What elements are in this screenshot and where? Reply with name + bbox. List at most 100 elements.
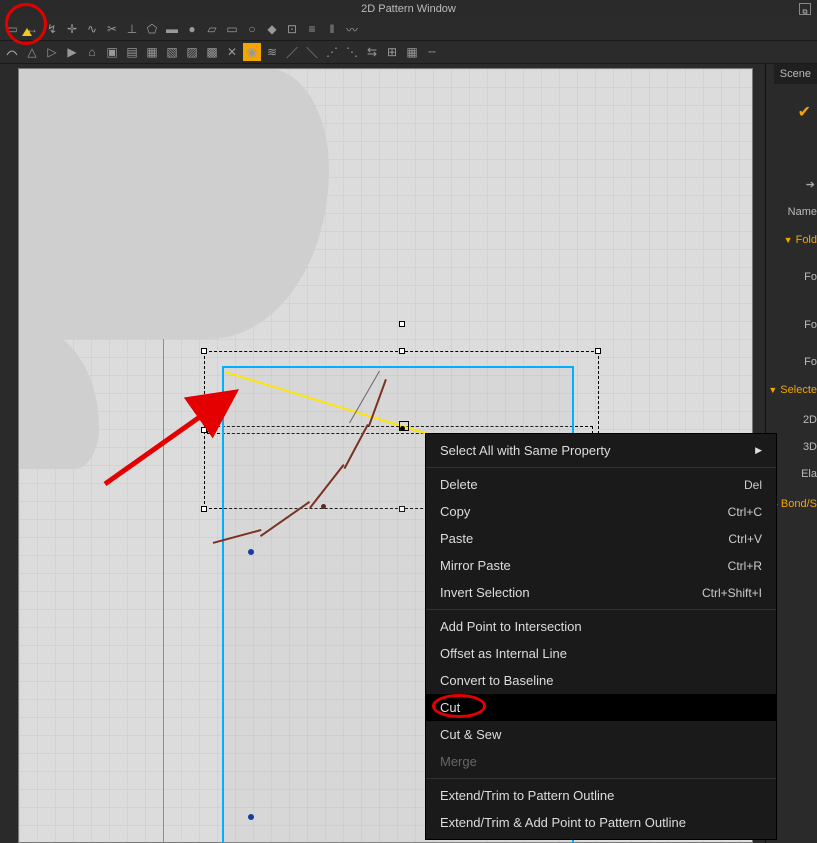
mline-sewing-tool[interactable]: ▶	[63, 43, 81, 61]
segment-handle[interactable]	[399, 421, 409, 431]
fold-row-1[interactable]: Fo	[798, 269, 817, 285]
sewing-tool[interactable]	[3, 43, 21, 61]
ctx-invert-selection[interactable]: Invert Selection Ctrl+Shift+I	[426, 579, 776, 606]
ctx-copy[interactable]: Copy Ctrl+C	[426, 498, 776, 525]
notch-tool[interactable]: ⊥	[123, 20, 141, 38]
window-title: 2D Pattern Window	[361, 3, 456, 15]
circle-tool[interactable]: ●	[183, 20, 201, 38]
polygon-tool[interactable]: ⬠	[143, 20, 161, 38]
ctx-paste[interactable]: Paste Ctrl+V	[426, 525, 776, 552]
edit-pattern-tool[interactable]: ▭	[3, 20, 21, 38]
fold-row-3[interactable]: Fo	[798, 354, 817, 370]
selected-group[interactable]: ▼Selecte	[765, 382, 817, 398]
pin-tool[interactable]: ▩	[203, 43, 221, 61]
silhouette-shape	[19, 69, 329, 339]
expand-arrow-icon[interactable]: ➔	[806, 178, 815, 191]
3d-row[interactable]: 3D	[797, 439, 817, 455]
undock-icon[interactable]: ⧉	[799, 3, 811, 15]
fold-row-2[interactable]: Fo	[798, 317, 817, 333]
ctx-merge: Merge	[426, 748, 776, 775]
tack-tool[interactable]: ✕	[223, 43, 241, 61]
ctx-label: Cut	[440, 700, 460, 715]
ctx-add-point-intersection[interactable]: Add Point to Intersection	[426, 613, 776, 640]
scene-tab[interactable]: Scene	[774, 64, 817, 84]
show-sewing-tool[interactable]: ⌂	[83, 43, 101, 61]
ctx-select-all-same[interactable]: Select All with Same Property ▶	[426, 437, 776, 464]
line-d-tool[interactable]: ⋱	[343, 43, 361, 61]
handle-top[interactable]	[399, 321, 405, 327]
ctx-label: Select All with Same Property	[440, 443, 611, 458]
handle-ne[interactable]	[595, 348, 601, 354]
curve-point-tool[interactable]: ∿	[83, 20, 101, 38]
ctx-label: Extend/Trim to Pattern Outline	[440, 788, 614, 803]
silhouette-shape-lower	[19, 329, 99, 469]
toolbar-row-2: △ ▷ ▶ ⌂ ▣ ▤ ▦ ▧ ▨ ▩ ✕ ◉ ≋ ／ ＼ ⋰ ⋱ ⇆ ⊞ ▦ …	[0, 41, 817, 64]
window-titlebar: 2D Pattern Window ⧉	[0, 0, 817, 18]
elastic-row[interactable]: Ela	[795, 466, 817, 482]
ctx-cut[interactable]: Cut	[426, 694, 776, 721]
ctx-label: Add Point to Intersection	[440, 619, 582, 634]
baseline-tool[interactable]: ╌	[423, 43, 441, 61]
split-tool[interactable]: ✂	[103, 20, 121, 38]
measure-tool[interactable]: ‖	[323, 20, 341, 38]
free-sewing-tool[interactable]: △	[23, 43, 41, 61]
name-label: Name	[782, 204, 817, 220]
ctx-label: Convert to Baseline	[440, 673, 553, 688]
internal-polygon-tool[interactable]: ▱	[203, 20, 221, 38]
handle-sw[interactable]	[201, 506, 207, 512]
ctx-label: Merge	[440, 754, 477, 769]
ctx-extend-trim-outline[interactable]: Extend/Trim to Pattern Outline	[426, 782, 776, 809]
segment-sewing-tool[interactable]: ▷	[43, 43, 61, 61]
line-b-tool[interactable]: ＼	[303, 43, 321, 61]
ctx-mirror-paste[interactable]: Mirror Paste Ctrl+R	[426, 552, 776, 579]
anchor-point[interactable]	[321, 504, 326, 509]
edit-tool-active-marker	[22, 28, 32, 36]
add-point-tool[interactable]: ✛	[63, 20, 81, 38]
dart-tool[interactable]: ◆	[263, 20, 281, 38]
binding-tool[interactable]: ▧	[163, 43, 181, 61]
ctx-label: Paste	[440, 531, 473, 546]
piping-tool[interactable]: ▨	[183, 43, 201, 61]
ctx-cut-sew[interactable]: Cut & Sew	[426, 721, 776, 748]
check-icon[interactable]: ✔	[798, 102, 811, 122]
ctx-label: Extend/Trim & Add Point to Pattern Outli…	[440, 815, 686, 830]
zip-tool[interactable]: ≋	[263, 43, 281, 61]
ctx-shortcut: Del	[744, 478, 762, 492]
2d-row[interactable]: 2D	[797, 412, 817, 428]
ctx-shortcut: Ctrl+V	[728, 532, 762, 546]
ctx-shortcut: Ctrl+Shift+I	[702, 586, 762, 600]
seam-allow-tool[interactable]: ≡	[303, 20, 321, 38]
line-a-tool[interactable]: ／	[283, 43, 301, 61]
toolbar-row-1: ▭ ↔ ↯ ✛ ∿ ✂ ⊥ ⬠ ▬ ● ▱ ▭ ○ ◆ ⊡ ≡ ‖ 〰	[0, 18, 817, 41]
internal-rect-tool[interactable]: ▭	[223, 20, 241, 38]
fold-group[interactable]: ▼Fold	[778, 232, 817, 248]
handle-n[interactable]	[399, 348, 405, 354]
tape-tool[interactable]: 〰	[343, 20, 361, 38]
grid-tool[interactable]: ▦	[403, 43, 421, 61]
edit-curve-tool[interactable]: ↯	[43, 20, 61, 38]
ctx-label: Mirror Paste	[440, 558, 511, 573]
symm-tool[interactable]: ⇆	[363, 43, 381, 61]
anchor-point[interactable]	[248, 814, 254, 820]
ctx-delete[interactable]: Delete Del	[426, 471, 776, 498]
topstitch-tool[interactable]: ▤	[123, 43, 141, 61]
button-tool[interactable]: ◉	[243, 43, 261, 61]
line-c-tool[interactable]: ⋰	[323, 43, 341, 61]
align-tool[interactable]: ⊞	[383, 43, 401, 61]
ctx-convert-baseline[interactable]: Convert to Baseline	[426, 667, 776, 694]
anchor-point[interactable]	[248, 549, 254, 555]
ctx-extend-trim-addpoint[interactable]: Extend/Trim & Add Point to Pattern Outli…	[426, 809, 776, 836]
ctx-shortcut: Ctrl+R	[728, 559, 762, 573]
ctx-label: Invert Selection	[440, 585, 530, 600]
ctx-label: Cut & Sew	[440, 727, 501, 742]
trace-tool[interactable]: ⊡	[283, 20, 301, 38]
rectangle-tool[interactable]: ▬	[163, 20, 181, 38]
puckering-tool[interactable]: ▦	[143, 43, 161, 61]
fold-tool[interactable]: ▣	[103, 43, 121, 61]
ctx-label: Offset as Internal Line	[440, 646, 567, 661]
handle-nw[interactable]	[201, 348, 207, 354]
ctx-shortcut: Ctrl+C	[728, 505, 762, 519]
ctx-label: Delete	[440, 477, 478, 492]
ctx-offset-internal-line[interactable]: Offset as Internal Line	[426, 640, 776, 667]
internal-circle-tool[interactable]: ○	[243, 20, 261, 38]
